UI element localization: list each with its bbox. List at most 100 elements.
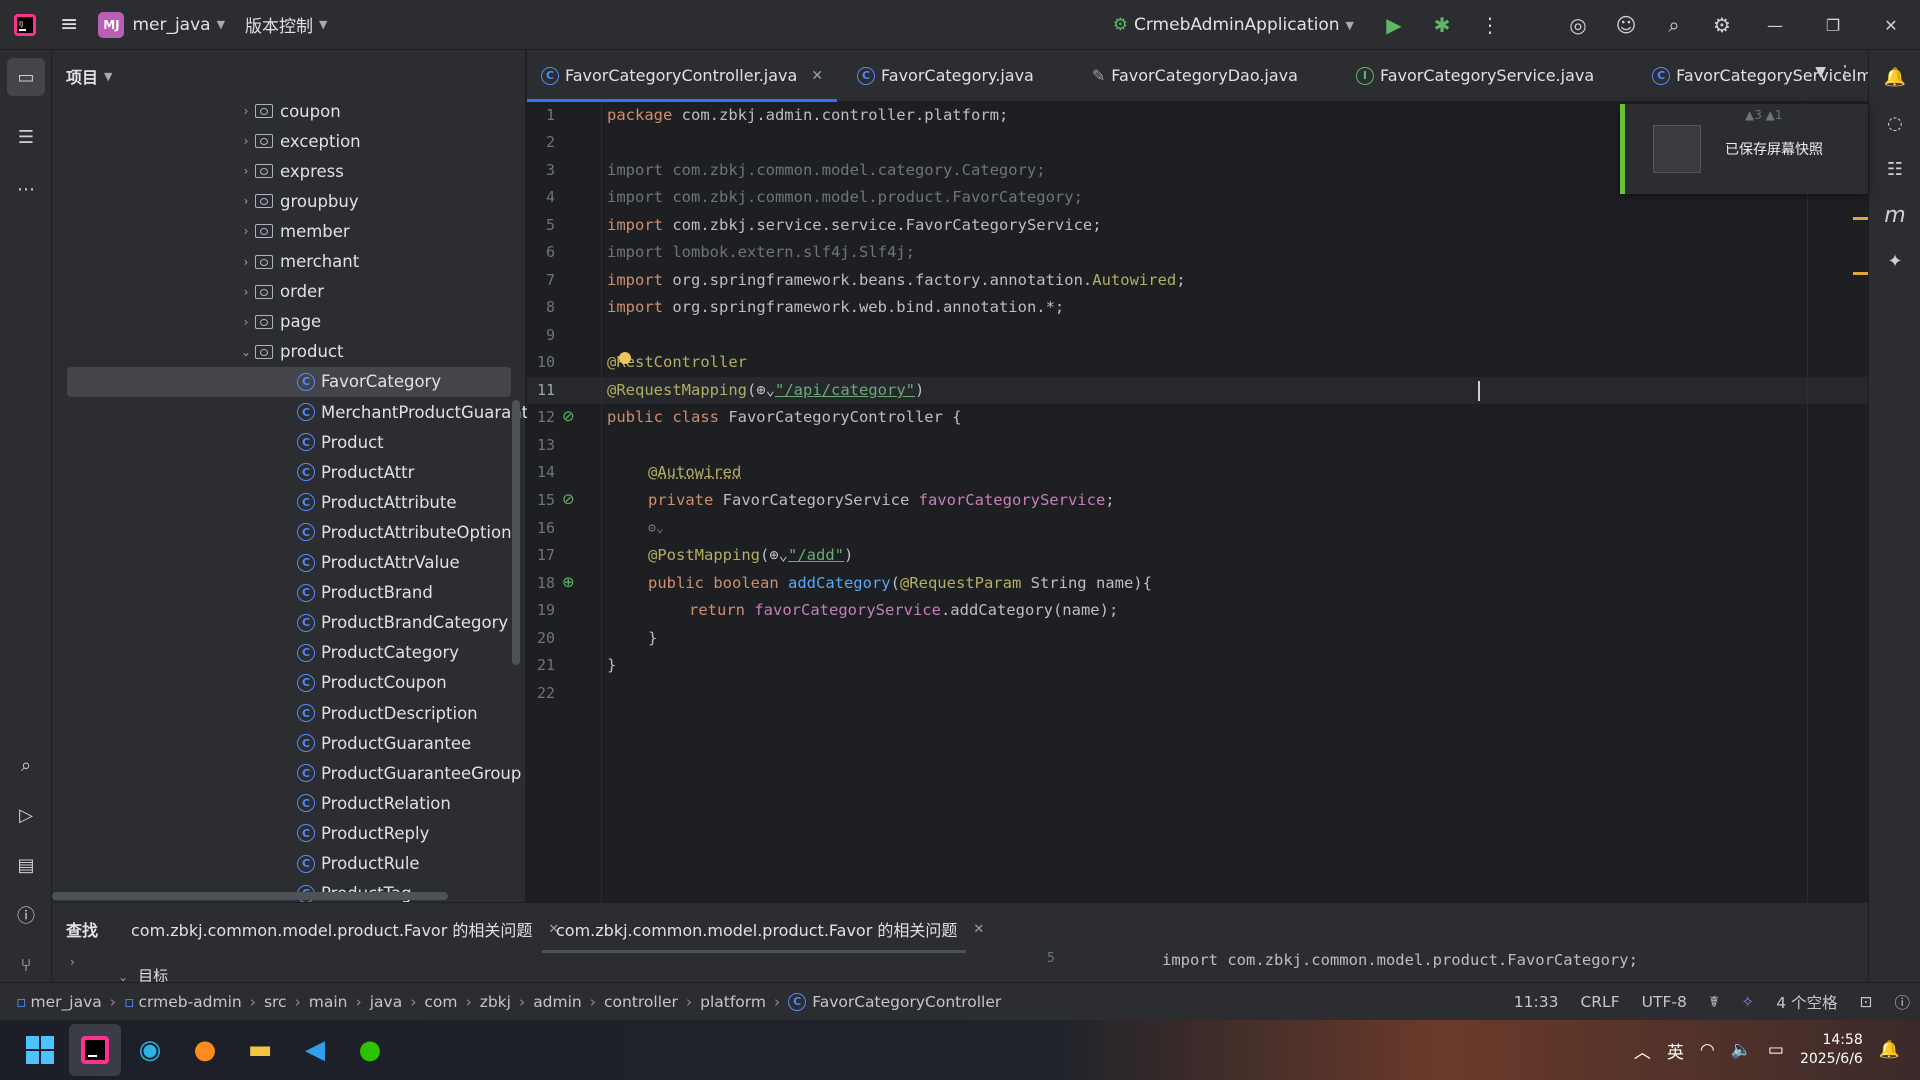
breadcrumb-item[interactable]: java ›: [370, 993, 425, 1011]
file-encoding[interactable]: UTF-8: [1642, 993, 1687, 1011]
chevron-right-icon[interactable]: ›: [237, 164, 255, 178]
tab-favor-category-dao[interactable]: ✎ FavorCategoryDao.java: [1078, 50, 1312, 102]
file-explorer-icon[interactable]: ▬: [234, 1024, 286, 1076]
indent-setting[interactable]: 4 个空格: [1776, 991, 1837, 1013]
tree-class-4[interactable]: C ProductAttribute: [297, 487, 457, 517]
breadcrumb-item[interactable]: com ›: [424, 993, 479, 1011]
breadcrumb-item[interactable]: zbkj ›: [480, 993, 533, 1011]
tree-class-6[interactable]: C ProductAttrValue: [297, 548, 460, 578]
tree-class-14[interactable]: C ProductRelation: [297, 788, 451, 818]
ai-chat-icon[interactable]: ◌: [1876, 104, 1914, 142]
chevron-right-icon[interactable]: ›: [237, 194, 255, 208]
tab-favor-category-controller[interactable]: C FavorCategoryController.java ✕: [527, 50, 838, 102]
tab-favor-category-service[interactable]: I FavorCategoryService.java: [1342, 50, 1608, 102]
gutter-bean-icon[interactable]: ⊘: [562, 490, 575, 508]
tree-class-11[interactable]: C ProductDescription: [297, 698, 478, 728]
breadcrumb-item[interactable]: admin ›: [533, 993, 604, 1011]
tree-folder-7[interactable]: › page: [237, 307, 322, 337]
tree-folder-2[interactable]: › express: [237, 156, 344, 186]
gutter-bean-icon[interactable]: ⊘: [562, 407, 575, 425]
inspection-widget-icon[interactable]: ☤: [1709, 993, 1719, 1011]
gutter-endpoint-icon[interactable]: ⊕: [562, 573, 575, 591]
chevron-right-icon[interactable]: ›: [237, 255, 255, 269]
inspection-counter[interactable]: ▲3 ▲1: [1745, 108, 1783, 122]
tree-class-15[interactable]: C ProductReply: [297, 818, 429, 848]
tray-overflow-icon[interactable]: ︿: [1634, 1038, 1651, 1063]
tree-folder-1[interactable]: › exception: [237, 126, 361, 156]
code-editor[interactable]: 1 2 3 4 5 6 7 8 9 10 11 12 13 14 15 16 17 18 19 20 21 22 pack…: [527, 102, 1869, 902]
tree-folder-6[interactable]: › order: [237, 277, 324, 307]
tree-class-0[interactable]: C FavorCategory: [67, 366, 511, 397]
tree-folder-8[interactable]: ⌄ product: [237, 337, 344, 367]
run-config-selector[interactable]: ⚙ CrmebAdminApplication ▼: [1103, 0, 1364, 50]
chevron-right-icon[interactable]: ›: [237, 134, 255, 148]
url-globe-icon[interactable]: ⊕⌄: [756, 381, 775, 399]
project-folder-icon[interactable]: ▭: [7, 58, 45, 96]
tree-folder-0[interactable]: › coupon: [237, 96, 341, 126]
tree-class-5[interactable]: C ProductAttributeOption: [297, 517, 512, 547]
run-icon[interactable]: ▶: [1370, 0, 1418, 50]
tree-folder-5[interactable]: › merchant: [237, 247, 360, 277]
debug-icon[interactable]: ✱: [1418, 0, 1466, 50]
plugin-icon[interactable]: ✦: [1876, 242, 1914, 280]
tree-class-9[interactable]: C ProductCategory: [297, 638, 459, 668]
tree-class-2[interactable]: C Product: [297, 427, 384, 457]
input-method[interactable]: 英: [1667, 1038, 1684, 1063]
ai-status-icon[interactable]: ✧: [1741, 993, 1754, 1011]
tree-class-8[interactable]: C ProductBrandCategory: [297, 608, 508, 638]
code-with-me-icon[interactable]: ☺: [1602, 0, 1650, 50]
vcs-menu[interactable]: 版本控制 ▼: [235, 0, 337, 49]
app-logo-icon[interactable]: IJ: [0, 0, 50, 49]
expand-arrow-icon[interactable]: ›: [70, 955, 75, 969]
notifications-icon[interactable]: 🔔: [1876, 58, 1914, 96]
lock-icon[interactable]: ⊡: [1859, 993, 1872, 1011]
tabs-dropdown-icon[interactable]: ▼: [1815, 64, 1826, 80]
screenshot-toast[interactable]: 已保存屏幕快照: [1620, 104, 1868, 194]
breadcrumb-item[interactable]: ▫ crmeb-admin ›: [124, 993, 264, 1011]
line-separator[interactable]: CRLF: [1580, 993, 1619, 1011]
settings-icon[interactable]: ⚙: [1698, 0, 1746, 50]
close-icon[interactable]: ✕: [1862, 0, 1920, 50]
horizontal-scrollbar[interactable]: [52, 892, 448, 900]
more-actions-icon[interactable]: ⋮: [1466, 0, 1514, 50]
clock[interactable]: 14:58 2025/6/6: [1800, 1031, 1863, 1069]
breadcrumb-item[interactable]: C FavorCategoryController: [788, 992, 1001, 1011]
wechat-icon[interactable]: ●: [344, 1024, 396, 1076]
find-tab-2[interactable]: com.zbkj.common.model.product.Favor 的相关问…: [556, 911, 984, 947]
chevron-right-icon[interactable]: ›: [237, 224, 255, 238]
tabs-more-icon[interactable]: ⋮: [1836, 62, 1854, 83]
ai-assistant-icon[interactable]: ◎: [1554, 0, 1602, 50]
chevron-down-icon[interactable]: ⌄: [237, 345, 255, 359]
notification-center-icon[interactable]: 🔔: [1879, 1040, 1900, 1060]
tree-class-7[interactable]: C ProductBrand: [297, 578, 433, 608]
battery-icon[interactable]: ▭: [1768, 1040, 1784, 1060]
inlay-hint-icon[interactable]: ⚙⌄: [648, 515, 664, 542]
services-icon[interactable]: ▷: [7, 796, 45, 834]
tree-folder-4[interactable]: › member: [237, 216, 350, 246]
warning-stripe[interactable]: [1853, 272, 1869, 275]
breadcrumb-item[interactable]: src ›: [264, 993, 309, 1011]
code-area[interactable]: package com.zbkj.admin.controller.platfo…: [607, 102, 1808, 902]
windows-start-icon[interactable]: [14, 1024, 66, 1076]
firefox-icon[interactable]: ●: [179, 1024, 231, 1076]
chevron-right-icon[interactable]: ›: [237, 285, 255, 299]
maven-icon[interactable]: m: [1876, 196, 1914, 234]
tree-class-3[interactable]: C ProductAttr: [297, 457, 414, 487]
warning-stripe[interactable]: [1853, 217, 1869, 220]
edge-icon[interactable]: ◉: [124, 1024, 176, 1076]
close-icon[interactable]: ✕: [811, 68, 823, 84]
restore-icon[interactable]: ❐: [1804, 0, 1862, 50]
bulb-icon[interactable]: [619, 352, 631, 364]
problems-icon[interactable]: ⓘ: [7, 896, 45, 934]
tree-class-13[interactable]: C ProductGuaranteeGroup: [297, 758, 521, 788]
intellij-taskbar-icon[interactable]: [69, 1024, 121, 1076]
terminal-icon[interactable]: ▤: [7, 846, 45, 884]
tree-class-10[interactable]: C ProductCoupon: [297, 668, 447, 698]
url-globe-icon[interactable]: ⊕⌄: [769, 546, 788, 564]
chevron-right-icon[interactable]: ›: [237, 104, 255, 118]
more-tools-icon[interactable]: ⋯: [7, 170, 45, 208]
main-menu-icon[interactable]: ≡: [50, 0, 88, 49]
find-icon[interactable]: ⌕: [7, 746, 45, 784]
structure-icon[interactable]: ☰: [7, 118, 45, 156]
breadcrumb-item[interactable]: controller ›: [604, 993, 700, 1011]
